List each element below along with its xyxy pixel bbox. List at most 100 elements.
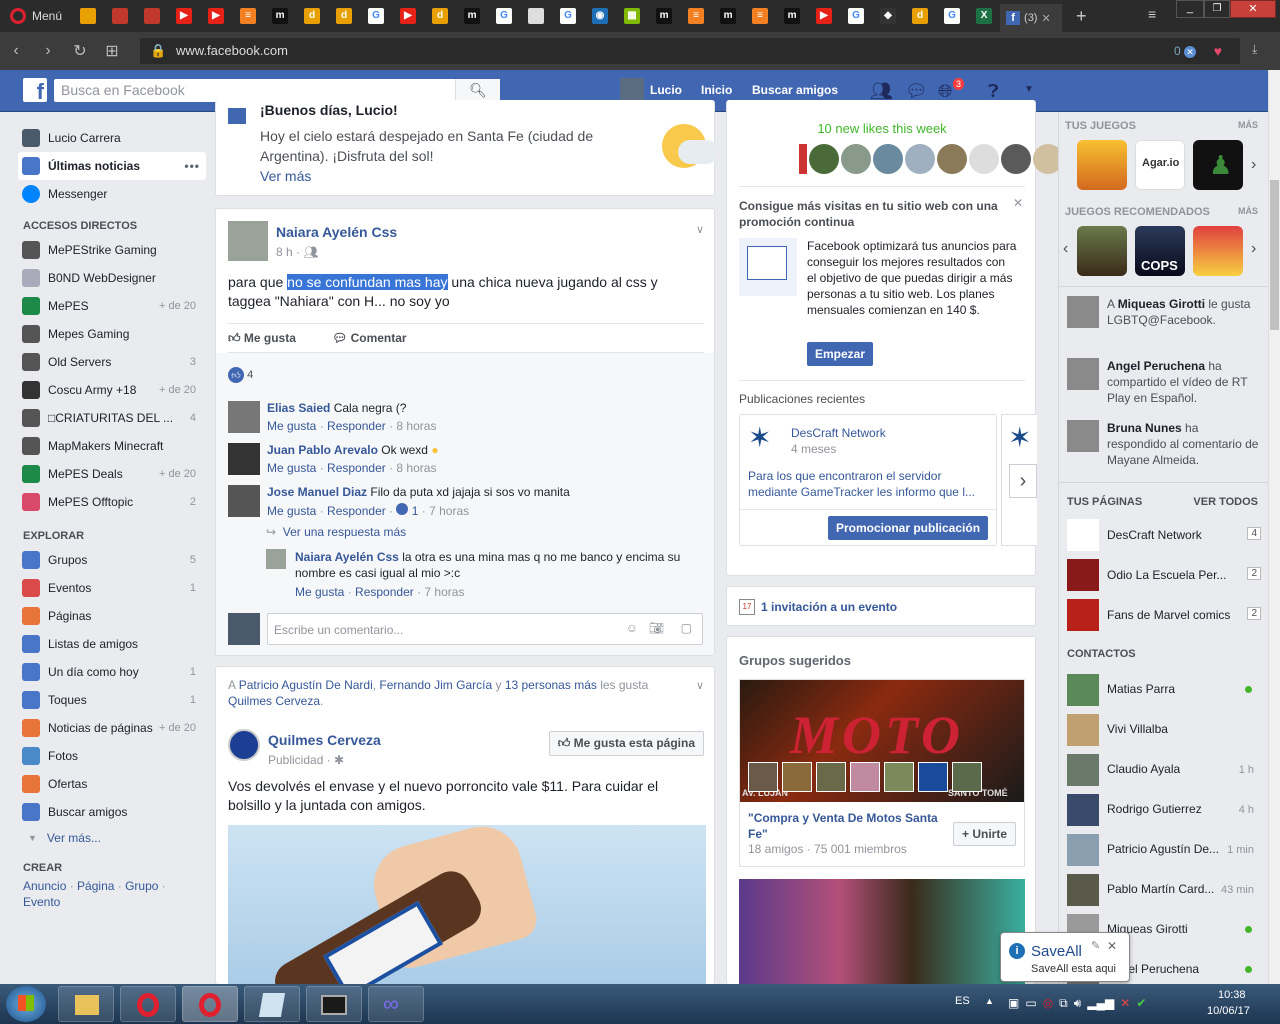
avatar[interactable] — [266, 549, 286, 569]
taskbar-explorer[interactable] — [58, 986, 114, 1022]
avatar[interactable] — [816, 762, 846, 792]
page-item[interactable]: DesCraft Network 4 — [1067, 518, 1263, 552]
recent-post-card[interactable]: ✶ DesCraft Network 4 meses Para los que … — [739, 414, 997, 546]
nav-item[interactable]: Eventos 1 — [18, 574, 206, 602]
taskbar-opera-active[interactable] — [182, 986, 238, 1022]
clock-date[interactable]: 10/06/17 — [1207, 1005, 1250, 1017]
others-link[interactable]: 13 personas más — [505, 678, 597, 692]
signal-icon[interactable]: ▂▄▆ — [1087, 996, 1114, 1011]
game-jetpack-icon[interactable] — [1077, 140, 1127, 190]
comment-like-link[interactable]: Me gusta — [267, 419, 316, 433]
nav-profile[interactable]: Lucio Carrera — [18, 124, 206, 152]
more-options-icon[interactable]: ••• — [184, 159, 200, 173]
contact-item[interactable]: Vivi Villalba — [1067, 712, 1262, 746]
nav-item[interactable]: MapMakers Minecraft — [18, 432, 206, 460]
minimize-button[interactable]: _ — [1176, 0, 1204, 18]
start-button[interactable]: Empezar — [807, 342, 874, 366]
close-tab-icon[interactable]: ✕ — [1041, 12, 1050, 25]
page-item[interactable]: Fans de Marvel comics 2 — [1067, 598, 1263, 632]
like-button[interactable]: 👍︎ Me gusta — [228, 331, 296, 346]
nav-item[interactable]: Coscu Army +18 + de 20 — [18, 376, 206, 404]
avatar[interactable] — [841, 144, 871, 174]
recent-post-text[interactable]: Para los que encontraron el servidor med… — [748, 468, 992, 500]
tab[interactable]: G — [360, 0, 392, 32]
messages-icon[interactable]: 💬︎ — [905, 81, 928, 102]
friend-link[interactable]: Fernando Jim García — [379, 678, 492, 692]
comment-reply-link[interactable]: Responder — [327, 419, 386, 433]
speed-dial-icon[interactable]: ⊞ — [96, 41, 128, 61]
nav-item[interactable]: Toques 1 — [18, 686, 206, 714]
see-all-pages-link[interactable]: VER TODOS — [1193, 496, 1258, 508]
comment-author[interactable]: Naiara Ayelén Css — [295, 550, 399, 564]
heart-icon[interactable]: ♥ — [1214, 38, 1222, 64]
recommended-more-link[interactable]: MÁS — [1238, 206, 1258, 216]
avatar[interactable] — [228, 401, 260, 433]
tab[interactable]: X — [968, 0, 1000, 32]
tab[interactable]: G — [488, 0, 520, 32]
avatar[interactable] — [969, 144, 999, 174]
nav-item[interactable]: Un día como hoy 1 — [18, 658, 206, 686]
comment-like-link[interactable]: Me gusta — [267, 504, 316, 518]
avatar[interactable] — [873, 144, 903, 174]
nav-item[interactable]: Listas de amigos — [18, 630, 206, 658]
tab[interactable]: m — [648, 0, 680, 32]
opera-tray-icon[interactable]: ◎ — [1043, 996, 1053, 1011]
opera-menu-button[interactable]: Menú — [0, 0, 72, 32]
post-time[interactable]: 8 h — [276, 245, 293, 259]
nav-item[interactable]: Old Servers 3 — [18, 348, 206, 376]
nav-item[interactable]: B0ND WebDesigner — [18, 264, 206, 292]
nav-item[interactable]: Noticias de páginas + de 20 — [18, 714, 206, 742]
nav-item[interactable]: MePES Offtopic 2 — [18, 488, 206, 516]
sticker-icon[interactable]: ▢ — [681, 621, 692, 635]
avatar[interactable] — [850, 762, 880, 792]
tab[interactable]: m — [712, 0, 744, 32]
page-name[interactable]: Quilmes Cerveza — [268, 732, 381, 748]
comment-time[interactable]: 7 horas — [424, 585, 464, 599]
close-icon[interactable]: ✕ — [1107, 939, 1117, 953]
ticker-item[interactable]: Angel Peruchena ha compartido el vídeo d… — [1067, 358, 1263, 418]
friend-requests-icon[interactable]: 👥︎ — [870, 81, 893, 102]
avatar[interactable] — [1001, 144, 1031, 174]
comment-like-link[interactable]: Me gusta — [267, 461, 316, 475]
camera-icon[interactable]: 📷︎ — [649, 621, 664, 635]
games-more-link[interactable]: MÁS — [1238, 120, 1258, 130]
group-name[interactable]: "Compra y Venta De Motos Santa Fe" — [748, 810, 946, 842]
comment-author[interactable]: Elias Saied — [267, 401, 330, 415]
chevron-down-icon[interactable]: ▼ — [1024, 84, 1034, 95]
taskbar-opera[interactable] — [120, 986, 176, 1022]
ad-image[interactable] — [228, 817, 706, 984]
comment-reply-link[interactable]: Responder — [355, 585, 414, 599]
page-link[interactable]: Quilmes Cerveza — [228, 694, 320, 708]
tab[interactable]: ≡ — [680, 0, 712, 32]
tab[interactable]: ◆ — [872, 0, 904, 32]
home-link[interactable]: Inicio — [701, 83, 732, 97]
security-icon[interactable]: ✔ — [1136, 996, 1146, 1011]
comment-button[interactable]: 💬︎ Comentar — [332, 331, 407, 345]
game-agario-icon[interactable]: Agar.io — [1135, 140, 1185, 190]
tab[interactable] — [520, 0, 552, 32]
game-cops-icon[interactable]: COPS — [1135, 226, 1185, 276]
nav-item[interactable]: Grupos 5 — [18, 546, 206, 574]
tab[interactable]: ▶ — [808, 0, 840, 32]
avatar[interactable] — [937, 144, 967, 174]
chevron-down-icon[interactable]: ∨ — [696, 679, 704, 692]
tab-menu-icon[interactable]: ≡ — [1148, 6, 1156, 22]
more-replies-link[interactable]: ↪ Ver una respuesta más — [266, 525, 406, 539]
scrollbar-thumb[interactable] — [1270, 180, 1279, 330]
comment-reply-link[interactable]: Responder — [327, 461, 386, 475]
comment-author[interactable]: Juan Pablo Arevalo — [267, 443, 378, 457]
contact-item[interactable]: Pablo Martín Card... 43 min — [1067, 872, 1262, 906]
avatar[interactable] — [905, 144, 935, 174]
avatar[interactable] — [884, 762, 914, 792]
comment-reply-link[interactable]: Responder — [327, 504, 386, 518]
nav-item[interactable]: Buscar amigos — [18, 798, 206, 826]
pin-icon[interactable]: ✎ — [1091, 939, 1100, 952]
comment-time[interactable]: 8 horas — [396, 461, 436, 475]
tab[interactable]: d — [904, 0, 936, 32]
show-hidden-icons[interactable]: ▲ — [985, 996, 994, 1006]
avatar[interactable] — [809, 144, 839, 174]
create-group-link[interactable]: Grupo — [125, 879, 158, 893]
tab[interactable] — [104, 0, 136, 32]
saveall-notification[interactable]: i SaveAll ✎ ✕ SaveAll esta aqui — [1000, 932, 1130, 982]
page-avatar[interactable] — [228, 729, 260, 761]
